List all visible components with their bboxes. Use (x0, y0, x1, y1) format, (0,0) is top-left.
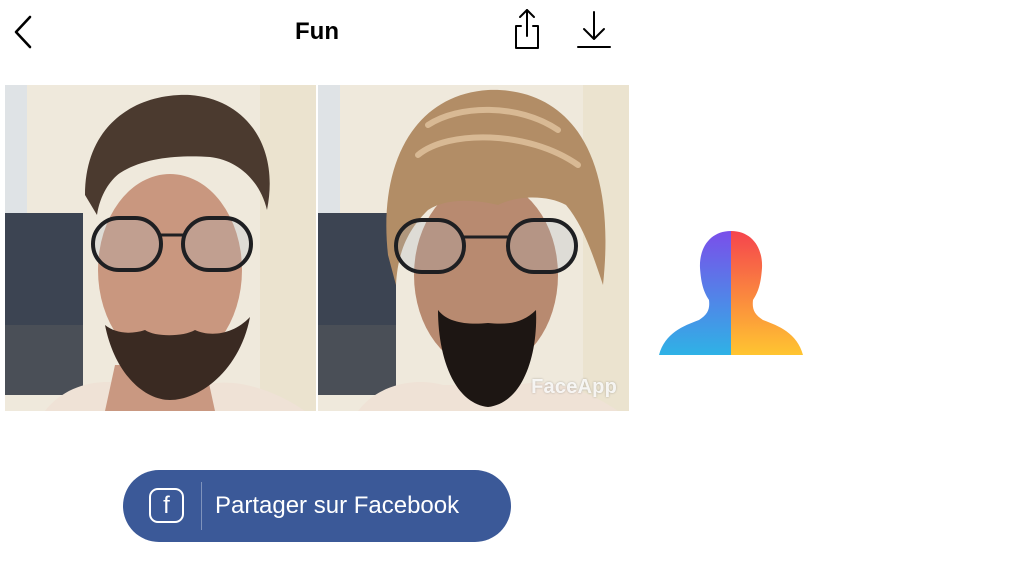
faceapp-logo-icon (659, 229, 803, 355)
transformed-photo: FaceApp (318, 85, 629, 411)
share-facebook-button[interactable]: f Partager sur Facebook (123, 470, 511, 542)
faceapp-watermark: FaceApp (531, 376, 617, 398)
button-divider (201, 482, 202, 530)
back-button[interactable] (8, 14, 40, 50)
page-title: Fun (295, 18, 339, 45)
share-facebook-label: Partager sur Facebook (215, 492, 460, 519)
download-icon (577, 11, 611, 48)
facebook-icon: f (149, 488, 184, 523)
share-button[interactable] (505, 6, 549, 52)
chevron-left-icon (14, 15, 32, 49)
share-icon (515, 9, 539, 49)
original-photo (5, 85, 316, 411)
download-button[interactable] (572, 8, 616, 52)
